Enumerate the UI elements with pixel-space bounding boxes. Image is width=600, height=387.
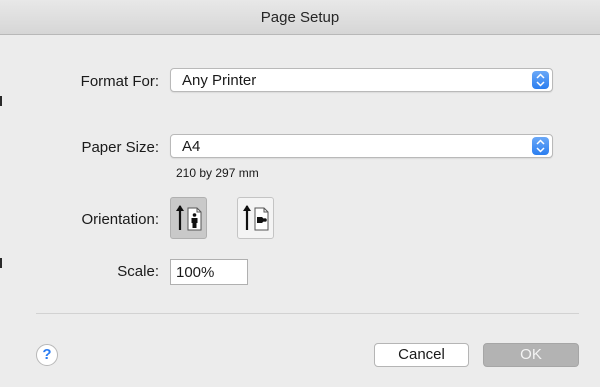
window-edge-mark — [0, 258, 2, 268]
format-for-value: Any Printer — [182, 72, 257, 89]
paper-size-label: Paper Size: — [81, 139, 159, 156]
ok-button[interactable]: OK — [483, 343, 579, 367]
paper-dimensions-text: 210 by 297 mm — [176, 166, 259, 180]
popup-arrows-icon — [532, 137, 549, 155]
page-setup-dialog: Page Setup Format For: Any Printer Paper… — [0, 0, 600, 387]
orientation-label: Orientation: — [81, 211, 159, 228]
scale-field[interactable] — [170, 259, 248, 285]
dialog-title: Page Setup — [260, 9, 340, 26]
help-icon: ? — [42, 346, 52, 363]
format-for-popup[interactable]: Any Printer — [170, 68, 553, 92]
scale-input[interactable] — [171, 260, 246, 283]
orientation-portrait-button[interactable] — [170, 197, 207, 239]
divider — [36, 313, 579, 314]
popup-arrows-icon — [532, 71, 549, 89]
help-button[interactable]: ? — [36, 344, 58, 366]
scale-label: Scale: — [117, 263, 159, 280]
title-bar: Page Setup — [0, 0, 600, 35]
paper-size-popup[interactable]: A4 — [170, 134, 553, 158]
window-edge-mark — [0, 96, 2, 106]
cancel-button[interactable]: Cancel — [374, 343, 469, 367]
format-for-label: Format For: — [80, 73, 159, 90]
paper-size-value: A4 — [182, 138, 201, 155]
orientation-landscape-button[interactable] — [237, 197, 274, 239]
